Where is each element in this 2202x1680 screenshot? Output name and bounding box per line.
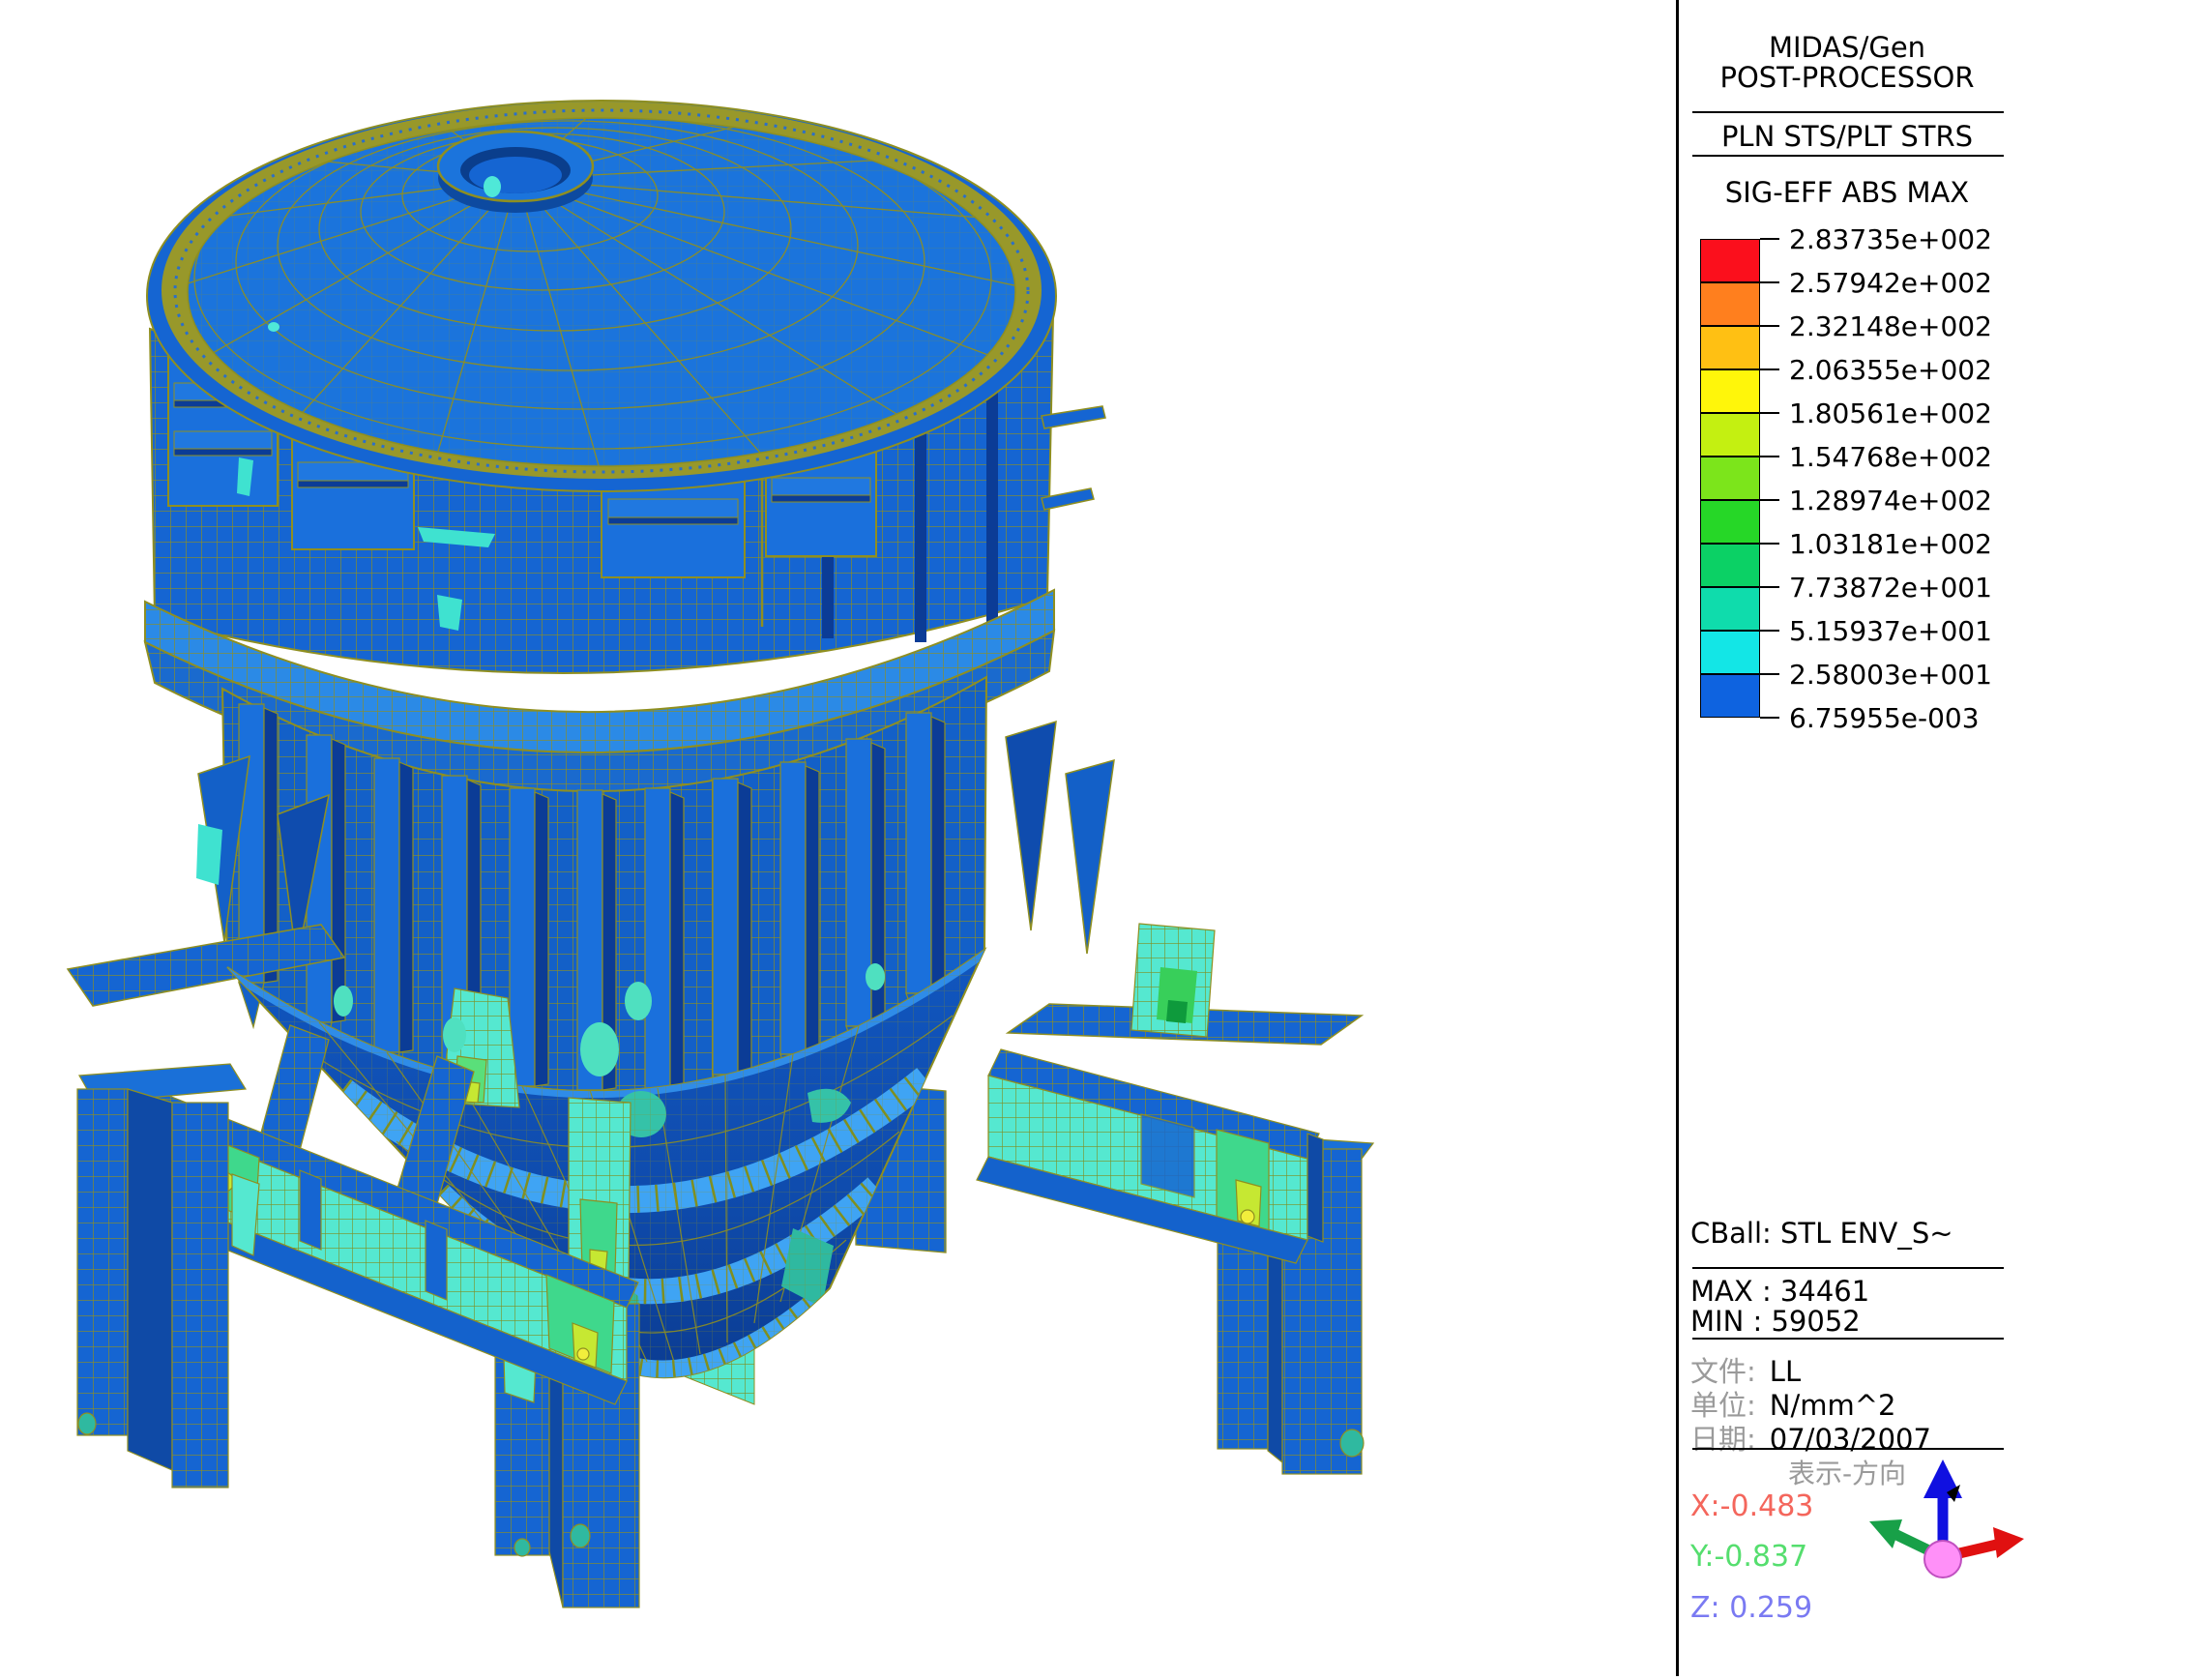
legend-value: 1.54768e+002 — [1789, 441, 1992, 473]
divider-line — [1692, 1267, 2004, 1269]
date-label: 日期: — [1690, 1423, 1756, 1456]
vessel-top-dome — [147, 101, 1056, 491]
legend-colorbar: 2.83735e+0022.57942e+0022.32148e+0022.06… — [1700, 239, 2019, 722]
x-axis-arrowhead — [1993, 1527, 2024, 1558]
axis-x-value: X:-0.483 — [1690, 1489, 1813, 1523]
date-value: 07/03/2007 — [1770, 1423, 1931, 1456]
support-beam-right — [977, 1049, 1323, 1263]
axis-z-value: Z: 0.259 — [1690, 1591, 1812, 1625]
legend-tick — [1760, 673, 1779, 675]
legend-value: 2.57942e+002 — [1789, 267, 1992, 299]
divider-line — [1692, 1338, 2004, 1340]
legend-swatch — [1700, 587, 1760, 631]
y-axis-arrowhead — [1869, 1519, 1902, 1548]
legend-tick — [1760, 281, 1779, 283]
legend-value: 1.28974e+002 — [1789, 485, 1992, 516]
legend-value: 2.06355e+002 — [1789, 354, 1992, 386]
model-viewport[interactable] — [0, 0, 1676, 1676]
fea-model-canvas — [0, 0, 1676, 1676]
stress-hotspot — [571, 1524, 590, 1547]
legend-swatch — [1700, 674, 1760, 718]
legend-swatch — [1700, 500, 1760, 544]
legend-value: 1.03181e+002 — [1789, 528, 1992, 560]
legend-tick — [1760, 630, 1779, 632]
skirt-fin — [1066, 760, 1114, 954]
result-component: SIG-EFF ABS MAX — [1683, 176, 2011, 209]
legend-tick — [1760, 456, 1779, 457]
divider-line — [1692, 111, 2004, 113]
processor-title: POST-PROCESSOR — [1683, 61, 2011, 94]
legend-value: 1.80561e+002 — [1789, 398, 1992, 429]
divider-line — [1692, 1448, 2004, 1450]
legend-swatch — [1700, 239, 1760, 282]
legend-value: 2.58003e+001 — [1789, 659, 1992, 691]
analysis-mode: PLN STS/PLT STRS — [1683, 120, 2011, 153]
legend-swatch — [1700, 544, 1760, 587]
legend-tick — [1760, 238, 1779, 240]
legend-value: 7.73872e+001 — [1789, 572, 1992, 604]
stress-hotspot — [1340, 1429, 1364, 1457]
midas-gen-postprocessor-window: { "panel": { "app_title_line1": "MIDAS/G… — [0, 0, 2202, 1676]
legend-tick — [1760, 368, 1779, 370]
legend-value: 5.15937e+001 — [1789, 615, 1992, 647]
triad-origin-ball — [1924, 1541, 1961, 1577]
orientation-triad — [1858, 1456, 2037, 1630]
stress-hotspot — [484, 176, 501, 197]
legend-value: 2.83735e+002 — [1789, 223, 1992, 255]
stress-hotspot — [514, 1539, 530, 1556]
legend-swatch — [1700, 457, 1760, 500]
load-case-label: CBall: STL ENV_S~ — [1690, 1217, 1953, 1250]
skirt-fin — [1006, 722, 1056, 930]
axis-y-value: Y:-0.837 — [1690, 1540, 1807, 1574]
legend-tick — [1760, 325, 1779, 327]
results-panel: MIDAS/Gen POST-PROCESSOR PLN STS/PLT STR… — [1676, 0, 2202, 1676]
stress-hotspot — [1241, 1210, 1254, 1223]
legend-swatch — [1700, 326, 1760, 369]
stress-hotspot — [268, 322, 279, 332]
legend-value: 6.75955e-003 — [1789, 702, 1980, 734]
legend-tick — [1760, 499, 1779, 501]
legend-value: 2.32148e+002 — [1789, 310, 1992, 342]
stress-hotspot — [1166, 1000, 1188, 1023]
legend-tick — [1760, 586, 1779, 588]
legend-swatch — [1700, 631, 1760, 674]
legend-swatch — [1700, 282, 1760, 326]
support-right-wing — [1008, 924, 1362, 1045]
stress-hotspot — [78, 1413, 96, 1434]
max-value: MAX : 34461 — [1690, 1275, 1869, 1308]
legend-swatch — [1700, 369, 1760, 413]
legend-tick — [1760, 543, 1779, 545]
legend-tick — [1760, 717, 1779, 719]
date-row: 日期: 07/03/2007 — [1690, 1417, 1931, 1458]
dome-manhole-collar — [438, 132, 593, 213]
legend-swatch — [1700, 413, 1760, 457]
legend-tick — [1760, 412, 1779, 414]
stress-hotspot — [577, 1348, 589, 1360]
app-title: MIDAS/Gen — [1683, 31, 2011, 64]
divider-line — [1692, 155, 2004, 157]
min-value: MIN : 59052 — [1690, 1305, 1861, 1338]
